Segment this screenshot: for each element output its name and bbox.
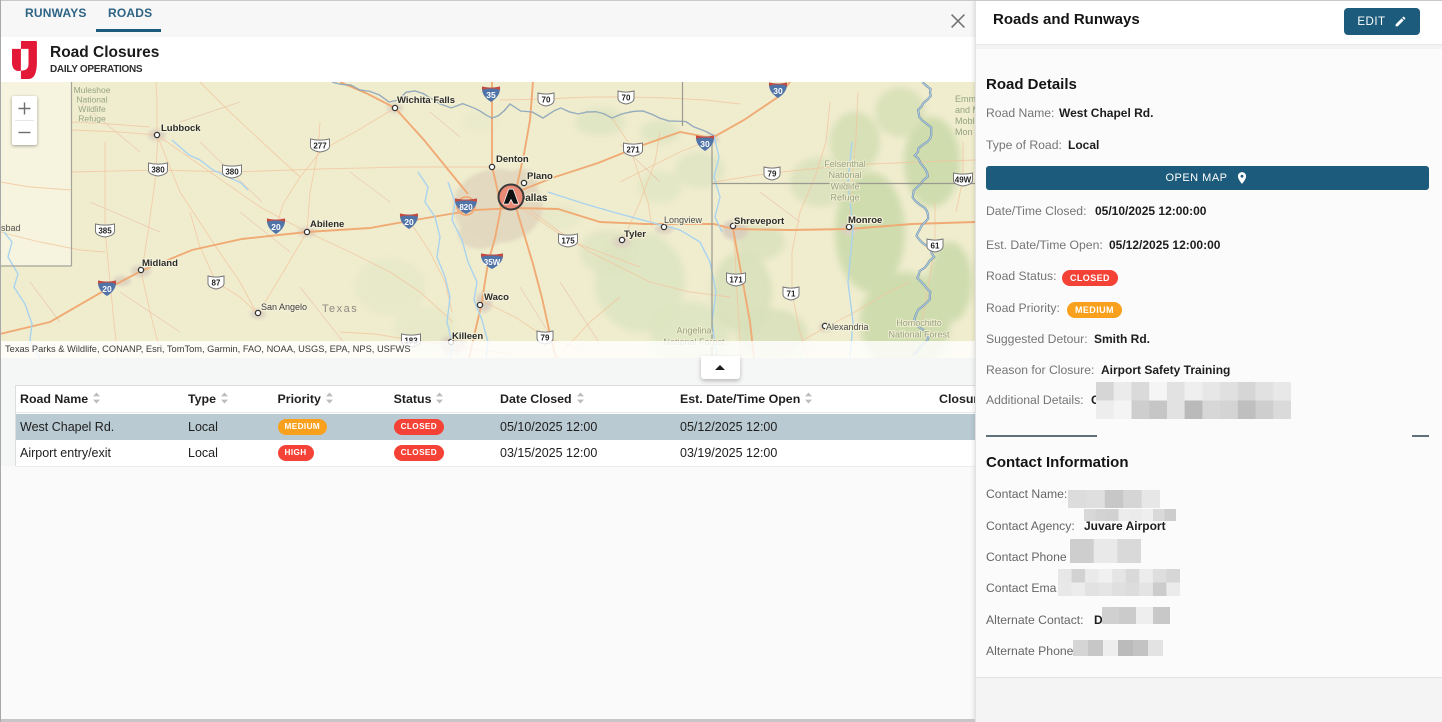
svg-text:35W: 35W [484, 258, 501, 267]
svg-text:Plano: Plano [527, 171, 553, 182]
svg-text:Felsenthal: Felsenthal [824, 159, 866, 169]
svg-text:70: 70 [542, 95, 551, 104]
svg-text:and M: and M [955, 105, 975, 115]
svg-text:Monroe: Monroe [848, 215, 882, 226]
svg-text:30: 30 [700, 139, 710, 149]
svg-text:Tyler: Tyler [624, 229, 646, 240]
svg-text:35: 35 [486, 90, 496, 100]
svg-text:Wichita Falls: Wichita Falls [397, 95, 455, 106]
svg-text:Wildlife: Wildlife [78, 104, 106, 114]
svg-text:Waco: Waco [484, 292, 509, 303]
svg-text:49W: 49W [955, 175, 972, 184]
svg-text:Mon: Mon [955, 127, 973, 137]
svg-text:79: 79 [768, 169, 777, 178]
svg-text:Alexandria: Alexandria [826, 322, 869, 332]
svg-text:20: 20 [271, 222, 281, 232]
svg-text:385: 385 [98, 226, 112, 235]
svg-text:380: 380 [225, 167, 239, 176]
svg-text:Angelina: Angelina [676, 326, 711, 336]
svg-text:Denton: Denton [496, 154, 529, 165]
svg-text:20: 20 [102, 284, 112, 294]
svg-text:Emm: Emm [955, 94, 975, 104]
svg-text:National: National [828, 170, 861, 180]
svg-text:Homochitto: Homochitto [896, 318, 942, 328]
svg-text:277: 277 [313, 141, 327, 150]
svg-text:380: 380 [151, 165, 165, 174]
svg-text:820: 820 [459, 203, 473, 212]
svg-text:Lubbock: Lubbock [161, 123, 201, 134]
svg-text:Muleshoe: Muleshoe [74, 85, 111, 95]
svg-text:20: 20 [404, 217, 414, 227]
svg-text:271: 271 [626, 145, 640, 154]
svg-text:Refuge: Refuge [78, 114, 106, 124]
svg-text:171: 171 [729, 275, 743, 284]
svg-text:70: 70 [622, 93, 631, 102]
svg-text:30: 30 [773, 86, 783, 96]
svg-text:Texas: Texas [322, 303, 358, 315]
svg-text:Abilene: Abilene [310, 219, 344, 230]
svg-text:Shreveport: Shreveport [734, 216, 785, 227]
svg-text:87: 87 [212, 278, 221, 287]
svg-text:71: 71 [787, 289, 796, 298]
svg-text:San Angelo: San Angelo [261, 302, 307, 312]
svg-text:Longview: Longview [664, 215, 703, 225]
svg-text:Midland: Midland [142, 258, 178, 269]
svg-text:Wildlife: Wildlife [830, 181, 859, 191]
svg-text:National: National [76, 95, 107, 105]
svg-text:rlsbad: rlsbad [0, 223, 21, 233]
svg-text:Refuge: Refuge [830, 193, 859, 203]
svg-text:National Forest: National Forest [888, 329, 950, 339]
svg-text:Moble: Moble [955, 116, 975, 126]
svg-text:61: 61 [931, 241, 940, 250]
svg-text:175: 175 [561, 236, 575, 245]
